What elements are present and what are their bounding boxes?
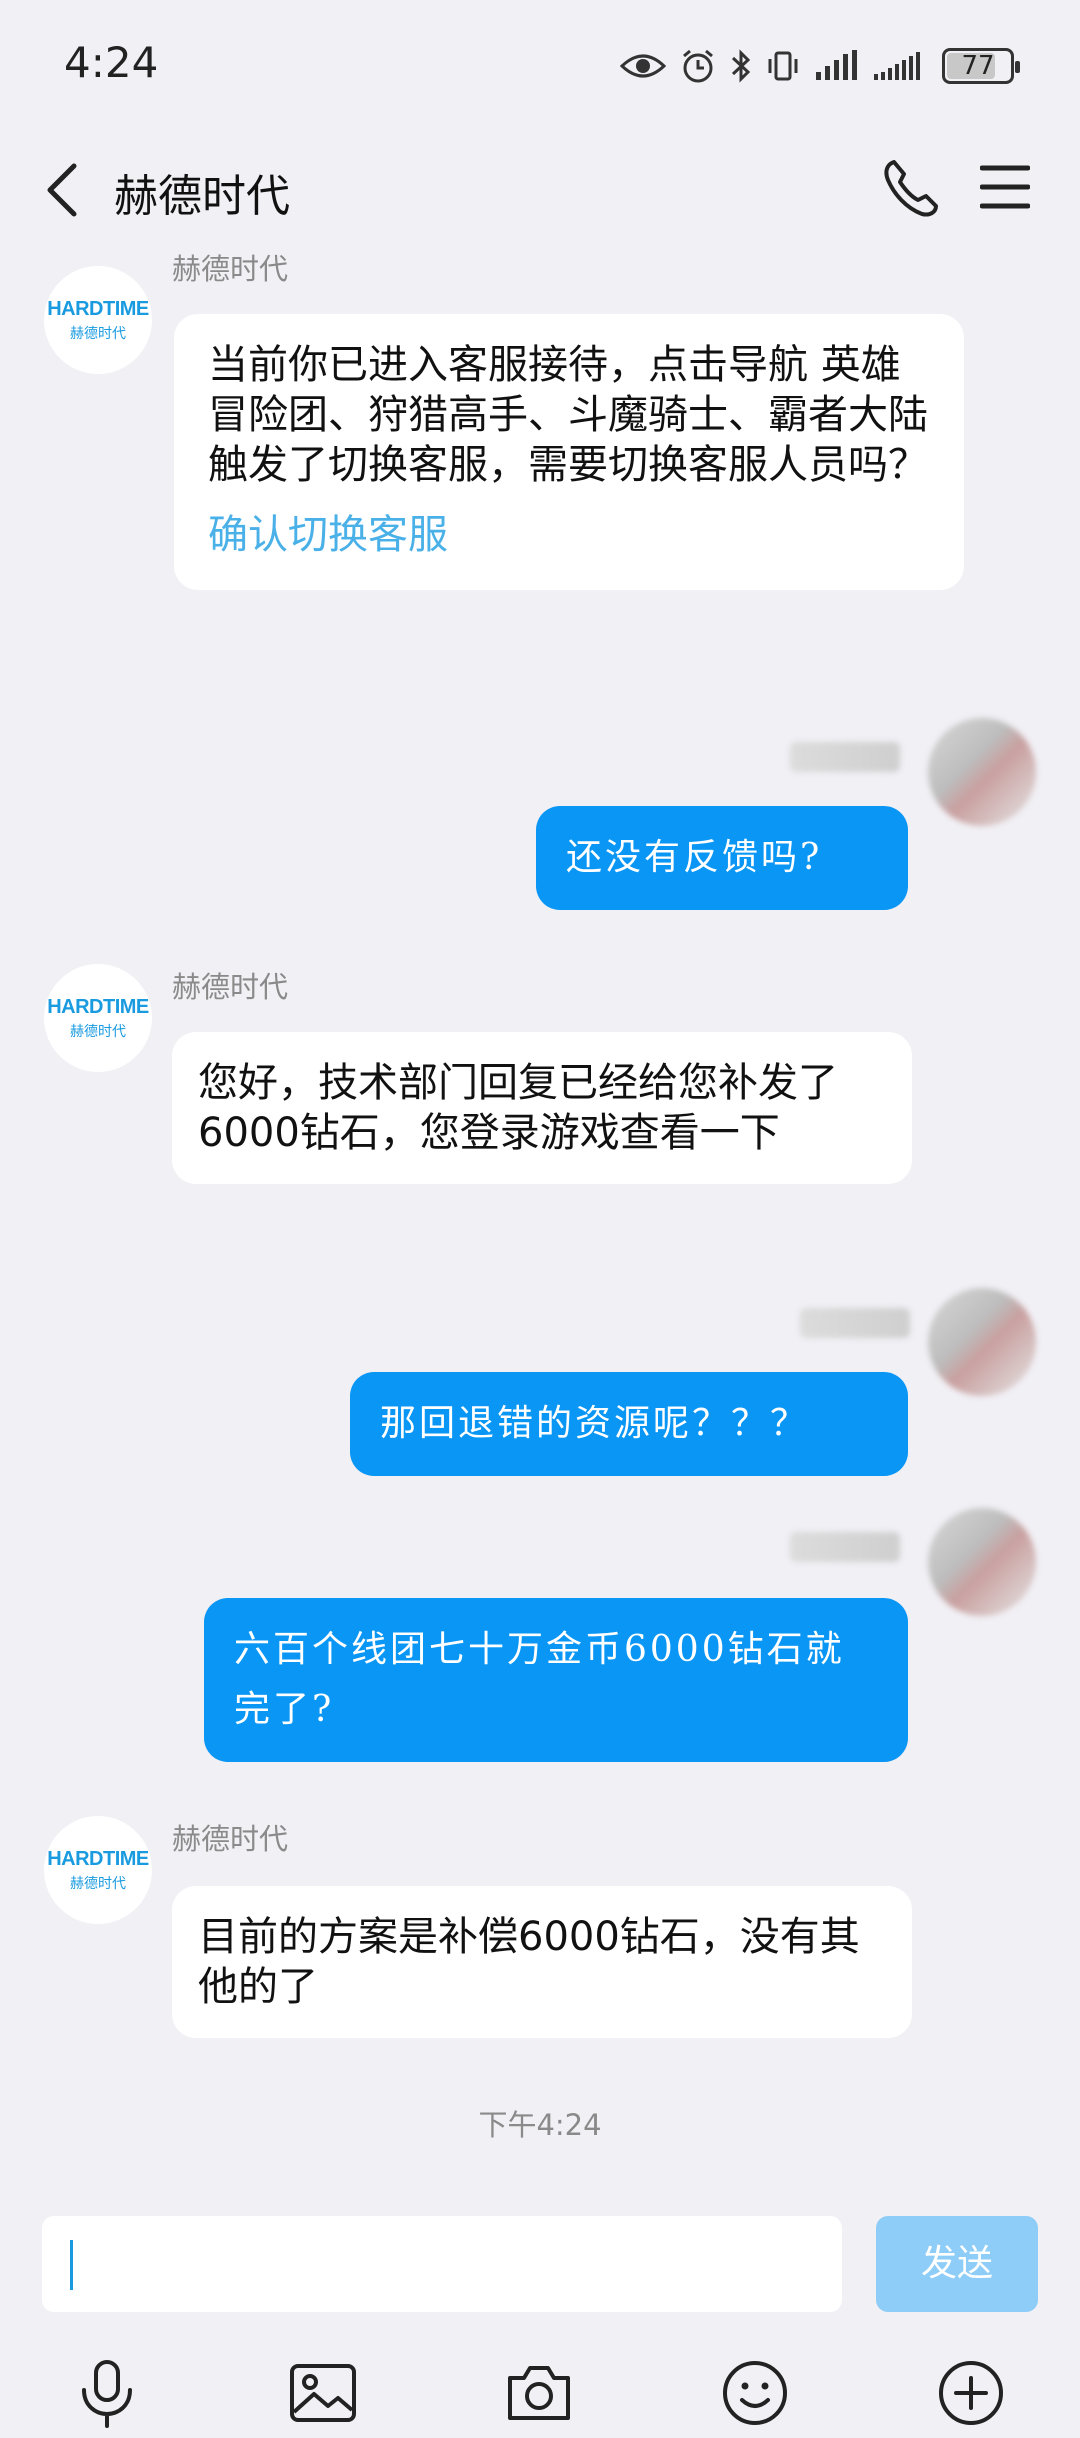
blurred-sender-name	[800, 1308, 910, 1338]
eye-icon	[620, 54, 666, 78]
chat-header: 赫德时代	[0, 130, 1080, 254]
incoming-message-bubble: 您好，技术部门回复已经给您补发了6000钻石，您登录游戏查看一下	[172, 1032, 912, 1184]
sender-name: 赫德时代	[172, 254, 289, 286]
message-text: 当前你已进入客服接待，点击导航 英雄冒险团、狩猎高手、斗魔骑士、霸者大陆 触发了…	[208, 342, 928, 488]
emoji-icon[interactable]	[720, 2358, 790, 2428]
chat-title: 赫德时代	[114, 171, 290, 222]
outgoing-message-bubble: 六百个线团七十万金币6000钻石就完了?	[204, 1598, 908, 1762]
phone-call-icon[interactable]	[880, 156, 940, 220]
status-icons: 77	[620, 44, 1020, 88]
status-time: 4:24	[64, 38, 159, 87]
input-area: 发送	[0, 2198, 1080, 2438]
bot-avatar[interactable]: HARDTIME 赫德时代	[44, 964, 152, 1072]
avatar-logo: HARDTIME	[47, 297, 149, 320]
switch-service-link[interactable]: 确认切换客服	[208, 510, 932, 560]
status-bar: 4:24 77	[0, 0, 1080, 130]
vibrate-icon	[768, 51, 798, 81]
input-toolbar	[0, 2358, 1080, 2428]
incoming-message-bubble: 目前的方案是补偿6000钻石，没有其他的了	[172, 1886, 912, 2038]
back-arrow-icon[interactable]	[36, 158, 92, 222]
sender-name: 赫德时代	[172, 1822, 289, 1856]
microphone-icon[interactable]	[72, 2358, 142, 2428]
outgoing-message-bubble: 还没有反馈吗?	[536, 806, 908, 910]
camera-icon[interactable]	[504, 2358, 574, 2428]
plus-icon[interactable]	[936, 2358, 1006, 2428]
battery-level: 77	[961, 51, 995, 81]
text-caret	[70, 2240, 73, 2290]
battery-icon: 77	[942, 48, 1020, 84]
alarm-icon	[683, 49, 713, 83]
image-icon[interactable]	[288, 2358, 358, 2428]
blurred-sender-name	[790, 1532, 900, 1562]
signal-2-icon	[874, 52, 920, 80]
chat-area[interactable]: HARDTIME 赫德时代 赫德时代 当前你已进入客服接待，点击导航 英雄冒险团…	[0, 254, 1080, 2198]
send-button[interactable]: 发送	[876, 2216, 1038, 2312]
avatar-logo-sub: 赫德时代	[70, 1023, 126, 1040]
sender-name: 赫德时代	[172, 970, 289, 1004]
message-timestamp: 下午4:24	[478, 2108, 602, 2142]
user-avatar[interactable]	[928, 1508, 1036, 1616]
bot-avatar[interactable]: HARDTIME 赫德时代	[44, 266, 152, 374]
signal-icon	[816, 50, 857, 80]
user-avatar[interactable]	[928, 718, 1036, 826]
avatar-logo: HARDTIME	[47, 995, 149, 1018]
menu-icon[interactable]	[980, 162, 1030, 212]
outgoing-message-bubble: 那回退错的资源呢？？？	[350, 1372, 908, 1476]
user-avatar[interactable]	[928, 1288, 1036, 1396]
avatar-logo: HARDTIME	[47, 1847, 149, 1870]
incoming-message-bubble: 当前你已进入客服接待，点击导航 英雄冒险团、狩猎高手、斗魔骑士、霸者大陆 触发了…	[174, 314, 964, 590]
avatar-logo-sub: 赫德时代	[70, 325, 126, 342]
blurred-sender-name	[790, 742, 900, 772]
avatar-logo-sub: 赫德时代	[70, 1875, 126, 1892]
bluetooth-icon	[731, 49, 751, 83]
message-input[interactable]	[42, 2216, 842, 2312]
bot-avatar[interactable]: HARDTIME 赫德时代	[44, 1816, 152, 1924]
